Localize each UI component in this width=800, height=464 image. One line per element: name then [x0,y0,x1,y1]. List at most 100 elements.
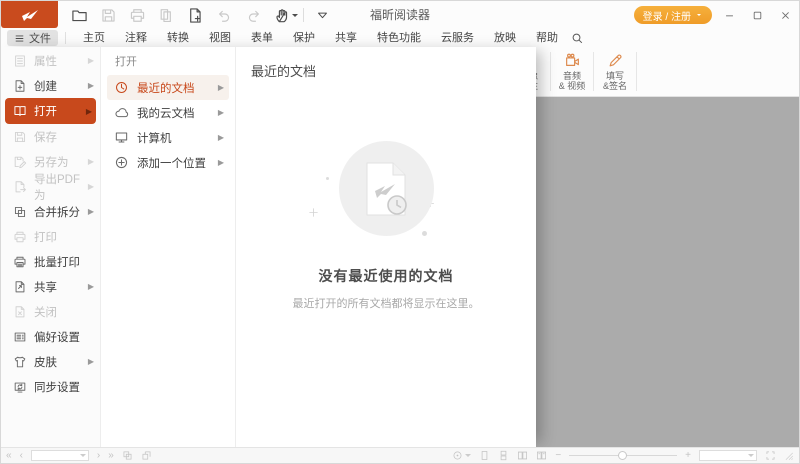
hand-tool-button[interactable] [274,6,292,24]
maximize-button[interactable] [751,9,763,21]
window-controls [723,1,791,29]
folder-open-icon [71,7,88,24]
fullscreen-icon [765,450,776,461]
chevron-down-icon [80,454,86,457]
page-number-box [31,450,89,461]
file-menu-item-6[interactable]: 合并拆分▶ [1,199,100,224]
file-menu-item-12[interactable]: 皮肤 ▶ [1,349,100,374]
undo-button [216,6,234,24]
file-menu-item-9[interactable]: 共享▶ [1,274,100,299]
settings-list-icon [13,330,27,344]
recent-documents-panel: 最近的文档 没有最近使用的文档 最近打开的所有文档都将 [236,47,536,447]
zoom-level-box [699,450,757,461]
submenu-arrow-icon: ▶ [218,108,224,117]
ribbon-group-separator [636,52,637,91]
close-icon [780,10,791,21]
menu-tab-5[interactable]: 保护 [283,29,325,47]
customize-toolbar-button[interactable] [315,6,333,24]
file-menu-item-10: 关闭 [1,299,100,324]
close-button[interactable] [779,9,791,21]
doc-export-icon [13,180,27,194]
empty-state-subtitle: 最近打开的所有文档都将显示在这里。 [236,295,536,311]
monitor-icon [114,130,129,145]
open-submenu-item-3[interactable]: 添加一个位置 ▶ [107,150,229,175]
chevron-down-icon [292,14,298,17]
open-submenu-item-2[interactable]: 计算机▶ [107,125,229,150]
open-file-button[interactable] [71,6,89,24]
toolbar-separator [303,8,304,22]
facing-page-icon [517,450,528,461]
ribbon-search-button[interactable] [571,32,584,45]
menu-tab-0[interactable]: 主页 [73,29,115,47]
submenu-arrow-icon: ▶ [88,56,94,65]
first-page-button: « [6,449,12,463]
submenu-arrow-icon: ▶ [88,357,94,366]
open-submenu-column: 打开 最近的文档▶我的云文档▶计算机▶添加一个位置▶ [101,47,236,447]
ribbon-fill-sign-button[interactable]: 填写&签名 [597,47,633,96]
menu-tab-10[interactable]: 帮助 [526,29,568,47]
printer-icon [129,7,146,24]
dot-decoration [326,177,329,180]
foxit-logo [1,1,58,28]
menu-tab-1[interactable]: 注释 [115,29,157,47]
clock-icon [114,80,129,95]
ribbon-item-label: 音频& 视频 [559,71,586,92]
doc-close-icon [13,305,27,319]
menubar-separator [65,32,66,44]
file-menu-item-13[interactable]: 同步设置 [1,374,100,399]
submenu-arrow-icon: ▶ [218,158,224,167]
submenu-arrow-icon: ▶ [88,207,94,216]
minimize-icon [724,10,735,21]
file-menu-item-1[interactable]: 创建▶ [1,73,100,98]
file-menu-item-label: 同步设置 [34,379,80,395]
sync-icon [13,380,27,394]
doc-share-icon [13,280,27,294]
chevron-down-icon [695,11,703,19]
floppy-pen-icon [13,155,27,169]
menu-tab-4[interactable]: 表单 [241,29,283,47]
open-submenu-item-label: 添加一个位置 [137,155,206,171]
snapshot-icon [122,450,133,461]
file-menu-item-5: 导出PDF为▶ [1,174,100,199]
login-register-button[interactable]: 登录 / 注册 [634,6,712,24]
file-backstage-panel: 属性▶创建▶打开▶保存另存为▶导出PDF为▶合并拆分▶打印批量打印共享▶关闭偏好… [1,47,536,447]
title-bar: 福昕阅读器 登录 / 注册 [1,1,799,29]
open-submenu-item-0[interactable]: 最近的文档▶ [107,75,229,100]
hand-icon [274,7,291,24]
doc-lines-icon [13,54,27,68]
file-menu-item-0: 属性 ▶ [1,48,100,73]
menu-tab-9[interactable]: 放映 [484,29,526,47]
empty-state-title: 没有最近使用的文档 [236,266,536,286]
menu-tab-3[interactable]: 视图 [199,29,241,47]
book-view-icon [536,450,547,461]
file-menu-item-8[interactable]: 批量打印 [1,249,100,274]
minimize-button[interactable] [723,9,735,21]
submenu-arrow-icon: ▶ [88,282,94,291]
redo-icon [245,7,262,24]
maximize-icon [752,10,763,21]
menu-tab-2[interactable]: 转换 [157,29,199,47]
create-blank-button[interactable] [187,6,205,24]
file-menu-item-2[interactable]: 打开▶ [5,98,96,124]
file-menu-column: 属性▶创建▶打开▶保存另存为▶导出PDF为▶合并拆分▶打印批量打印共享▶关闭偏好… [1,47,101,447]
doc-new-icon [13,79,27,93]
file-menu-item-label: 批量打印 [34,254,80,270]
ribbon-item-label: 填写&签名 [603,71,627,92]
menu-tab-8[interactable]: 云服务 [431,29,484,47]
file-menu-item-label: 属性 [34,53,57,69]
prev-page-button: ‹ [20,449,23,463]
tab-file[interactable]: 文件 [7,30,58,46]
ribbon-group-separator [550,52,551,91]
zoom-view-group: − + [452,449,794,463]
open-submenu-item-1[interactable]: 我的云文档▶ [107,100,229,125]
file-menu-item-11[interactable]: 偏好设置 [1,324,100,349]
plus-circle-icon [114,155,129,170]
file-menu-item-label: 关闭 [34,304,57,320]
menu-tab-6[interactable]: 共享 [325,29,367,47]
menu-tab-7[interactable]: 特色功能 [367,29,431,47]
ribbon-audio-video-button[interactable]: 音频& 视频 [554,47,590,96]
file-menu-item-label: 皮肤 [34,354,57,370]
open-submenu-item-label: 计算机 [137,130,172,146]
camcorder-icon [564,52,581,69]
file-menu-item-label: 另存为 [34,154,69,170]
